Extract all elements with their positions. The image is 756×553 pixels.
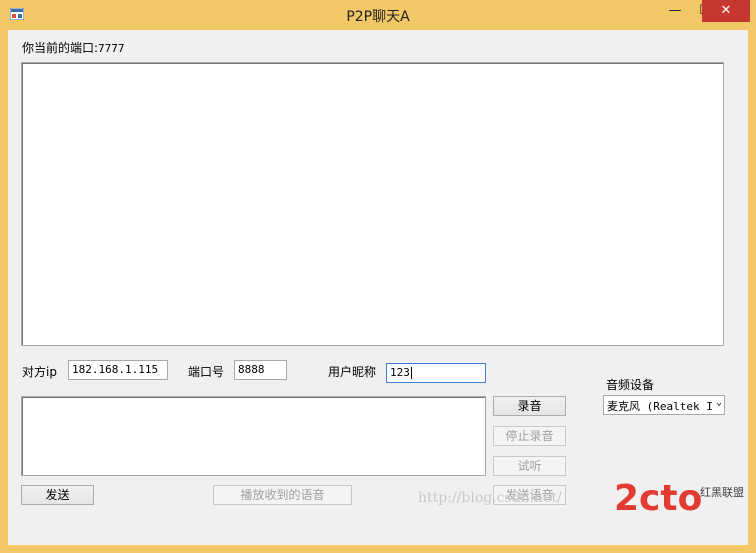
send-button[interactable]: 发送 <box>21 485 94 505</box>
port-line: 你当前的端口:7777 <box>22 39 125 56</box>
window-title: P2P聊天A <box>346 9 410 25</box>
close-button[interactable]: ✕ <box>702 0 750 22</box>
port-line-value: 7777 <box>98 42 125 55</box>
chevron-down-icon: ⌄ <box>715 397 722 408</box>
peer-ip-label: 对方ip <box>22 365 57 379</box>
watermark-text: http://blog.csdn.net/ <box>418 490 562 506</box>
nickname-value: 123 <box>390 366 410 379</box>
peer-port-field[interactable]: 8888 <box>234 360 287 380</box>
peer-ip-field[interactable]: 182.168.1.115 <box>68 360 168 380</box>
watermark-logo: 2cto <box>614 478 703 519</box>
stop-record-button[interactable]: 停止录音 <box>493 426 566 446</box>
nickname-field[interactable]: 123 <box>386 363 486 383</box>
watermark-logo-sub: 红黑联盟 <box>700 486 744 499</box>
title-bar[interactable]: P2P聊天A — ☐ ✕ <box>0 0 756 30</box>
audio-device-select[interactable]: 麦克风 (Realtek I ⌄ <box>603 395 725 415</box>
audio-device-label: 音频设备 <box>606 378 655 392</box>
nickname-label: 用户昵称 <box>328 365 377 379</box>
message-input[interactable] <box>21 396 486 476</box>
audio-device-value: 麦克风 (Realtek I <box>607 400 713 413</box>
text-caret <box>410 367 412 379</box>
chat-history[interactable] <box>21 62 724 346</box>
play-received-button[interactable]: 播放收到的语音 <box>213 485 352 505</box>
minimize-button[interactable]: — <box>660 0 690 22</box>
port-line-label: 你当前的端口: <box>22 41 99 55</box>
client-area: 你当前的端口:7777 对方ip 182.168.1.115 端口号 8888 … <box>8 30 748 545</box>
listen-button[interactable]: 试听 <box>493 456 566 476</box>
record-button[interactable]: 录音 <box>493 396 566 416</box>
peer-port-label: 端口号 <box>188 365 225 379</box>
window-frame: P2P聊天A — ☐ ✕ 你当前的端口:7777 对方ip 182.168.1.… <box>0 0 756 553</box>
